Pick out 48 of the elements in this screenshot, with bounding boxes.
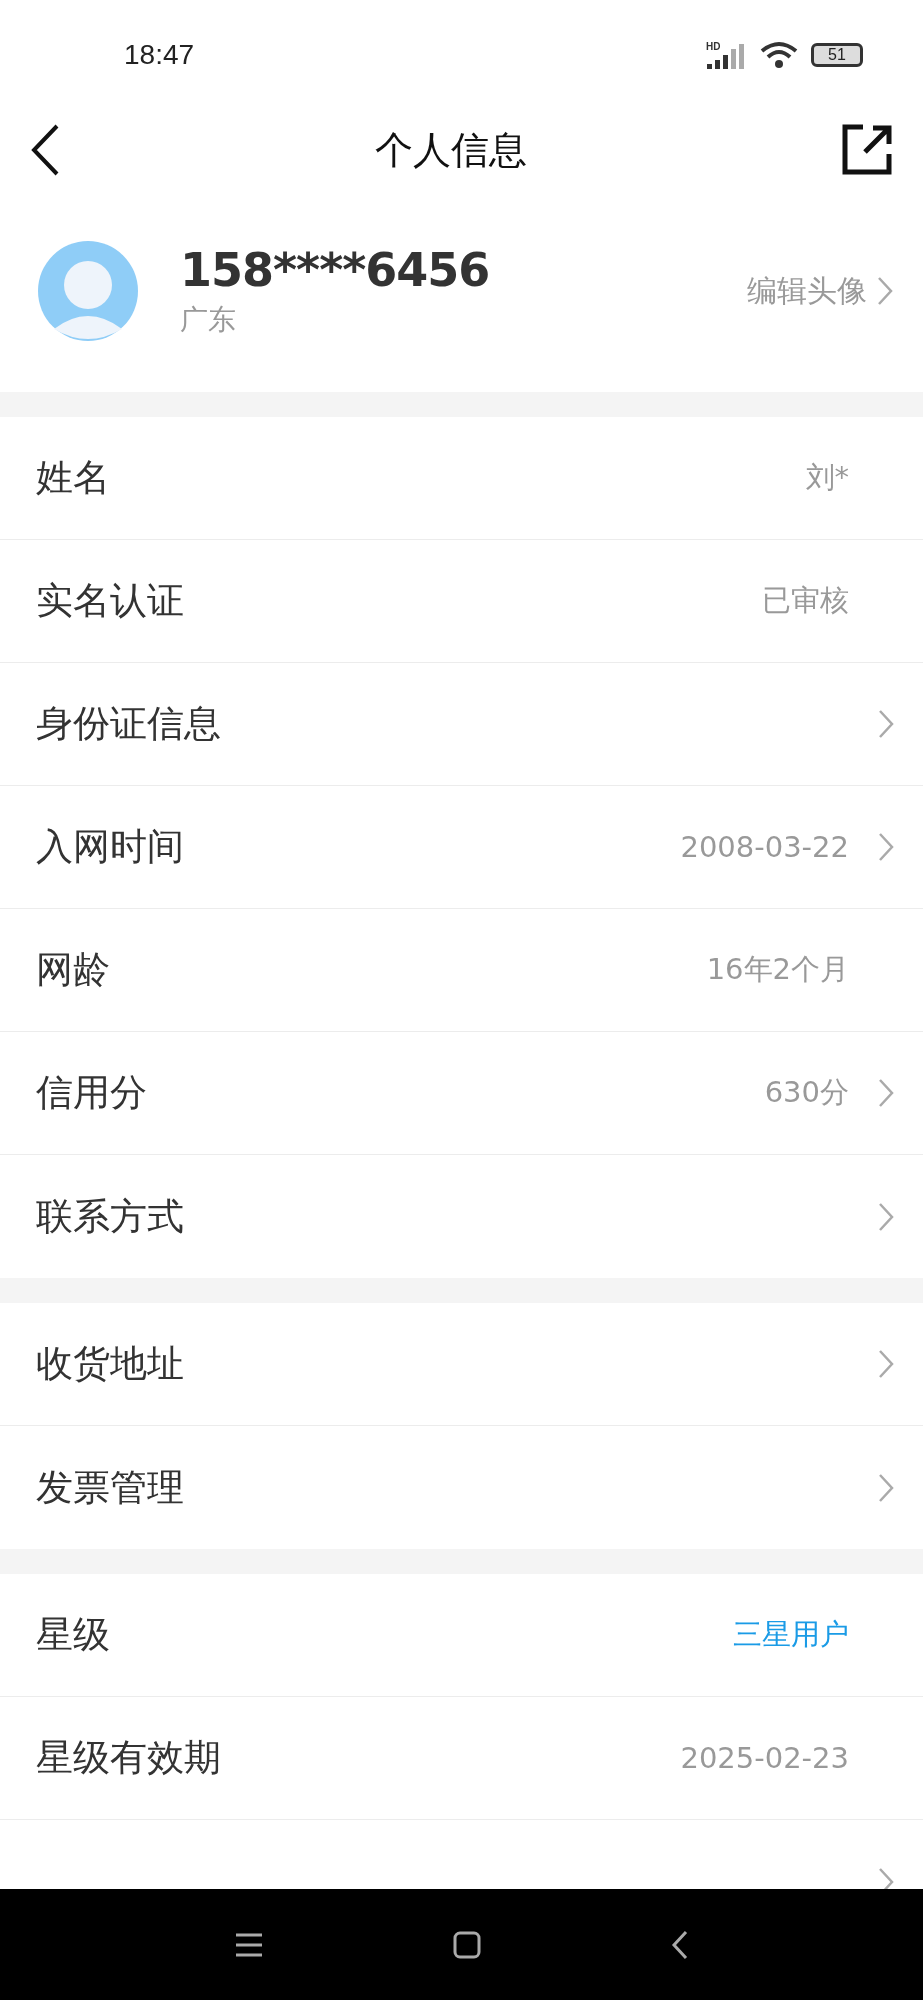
info-row[interactable]: 姓名 刘* xyxy=(0,417,923,540)
info-row[interactable]: 信用分 630分 xyxy=(0,1032,923,1155)
menu-icon[interactable] xyxy=(234,1931,263,1958)
avatar-icon xyxy=(38,241,138,341)
info-row[interactable]: 入网时间 2008-03-22 xyxy=(0,786,923,909)
back-icon[interactable] xyxy=(30,124,60,176)
info-row[interactable]: 星级有效期 2025-02-23 xyxy=(0,1697,923,1820)
info-row[interactable]: 网龄 16年2个月 xyxy=(0,909,923,1032)
row-value: 16年2个月 xyxy=(706,951,849,988)
home-icon[interactable] xyxy=(452,1930,481,1959)
row-label: 星级 xyxy=(36,1612,111,1658)
row-value: 已审核 xyxy=(762,582,849,619)
chevron-icon xyxy=(878,709,894,739)
row-value: 630分 xyxy=(764,1074,849,1111)
phone-number: 158****6456 xyxy=(180,243,491,297)
battery-icon: 51 xyxy=(811,43,863,67)
info-row[interactable]: 实名认证 已审核 xyxy=(0,540,923,663)
row-label: 网龄 xyxy=(36,947,111,993)
info-row[interactable]: 星级 三星用户 xyxy=(0,1574,923,1697)
row-label: 身份证信息 xyxy=(36,701,222,747)
row-label: 收货地址 xyxy=(36,1341,185,1387)
chevron-icon xyxy=(877,276,893,306)
row-value: 2025-02-23 xyxy=(680,1741,849,1775)
row-label: 信用分 xyxy=(36,1070,148,1116)
row-label: 联系方式 xyxy=(36,1193,185,1240)
status-time: 18:47 xyxy=(124,39,195,71)
row-value: 刘* xyxy=(805,459,849,496)
chevron-icon xyxy=(878,1349,894,1379)
info-row[interactable]: 身份证信息 xyxy=(0,663,923,786)
chevron-icon xyxy=(878,1201,894,1232)
region-text: 广东 xyxy=(180,302,237,338)
row-value: 2008-03-22 xyxy=(680,830,849,864)
row-label: 实名认证 xyxy=(36,578,185,624)
row-label: 姓名 xyxy=(36,455,111,501)
back-icon[interactable] xyxy=(670,1929,689,1960)
info-row[interactable]: 收货地址 xyxy=(0,1303,923,1426)
wifi-icon xyxy=(759,40,799,70)
page-title: 个人信息 xyxy=(374,126,527,174)
info-row[interactable]: 联系方式 xyxy=(0,1155,923,1278)
chevron-icon xyxy=(878,1472,894,1503)
chevron-icon xyxy=(878,832,894,862)
share-icon[interactable] xyxy=(841,124,893,176)
row-label: 入网时间 xyxy=(36,824,185,870)
chevron-icon xyxy=(878,1078,894,1108)
info-row[interactable]: 发票管理 xyxy=(0,1426,923,1549)
row-label: 发票管理 xyxy=(36,1464,185,1511)
row-label: 星级有效期 xyxy=(36,1735,222,1781)
row-value: 三星用户 xyxy=(733,1616,849,1653)
